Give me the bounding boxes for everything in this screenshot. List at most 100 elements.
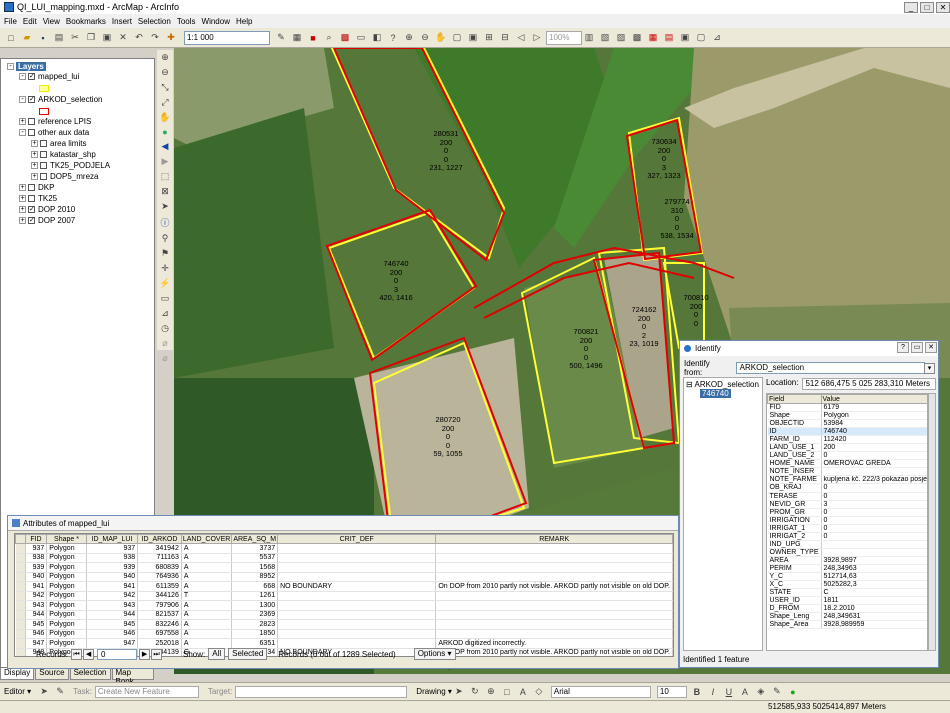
maximize-button[interactable]: □	[920, 1, 934, 13]
undo-icon[interactable]: ↶	[132, 31, 146, 45]
bold-icon[interactable]: B	[690, 685, 704, 699]
field-row[interactable]: IRRIGAT_2 0	[767, 532, 927, 541]
row-selector[interactable]	[15, 543, 26, 554]
col-area[interactable]: AREA_SQ_M	[231, 534, 279, 544]
options-button[interactable]: Options ▾	[413, 648, 456, 660]
rotate-icon[interactable]: ↻	[468, 685, 482, 699]
copy-icon[interactable]: ❐	[84, 31, 98, 45]
table-row[interactable]: 943 Polygon 943 797906 A 1300	[15, 600, 673, 611]
minimize-button[interactable]: _	[904, 1, 918, 13]
text-tool-icon[interactable]: A	[516, 685, 530, 699]
swipe-icon[interactable]: ▢	[694, 31, 708, 45]
row-selector[interactable]	[15, 600, 26, 611]
attributes-window[interactable]: Attributes of mapped_lui FID Shape * ID_…	[7, 515, 679, 669]
field-row[interactable]: Shape_Leng 248,349631	[767, 612, 927, 622]
print-icon[interactable]: ▤	[52, 31, 66, 45]
hyperlink-icon[interactable]: ⚡	[158, 278, 172, 289]
layer-checkbox[interactable]	[40, 140, 47, 147]
table-row[interactable]: 937 Polygon 937 341942 A 3737	[15, 543, 673, 554]
collapse-button[interactable]: ▭	[911, 342, 923, 353]
col-crit-def[interactable]: CRIT_DEF	[277, 534, 437, 544]
table-row[interactable]: 946 Polygon 946 697558 A 1850	[15, 629, 673, 639]
paste-icon[interactable]: ▣	[100, 31, 114, 45]
row-selector[interactable]	[15, 581, 26, 592]
col-shape[interactable]: Shape *	[46, 534, 87, 544]
clear-selection-icon[interactable]: ⊠	[158, 186, 172, 197]
layer-checkbox[interactable]	[40, 162, 47, 169]
measure-icon[interactable]: ⊿	[158, 308, 172, 319]
attribute-table[interactable]: FID Shape * ID_MAP_LUI ID_ARKOD LAND_COV…	[14, 533, 674, 657]
prev-record-button[interactable]: ◀	[83, 648, 95, 660]
field-row[interactable]: IND_UPG	[767, 540, 927, 549]
georef-icon[interactable]: ▦	[646, 31, 660, 45]
close-button[interactable]: ✕	[936, 1, 950, 13]
tab-source[interactable]: Source	[35, 668, 69, 680]
toc-layer-tk25-podjela[interactable]: + TK25_PODJELA	[31, 161, 110, 170]
table-row[interactable]: 940 Polygon 940 764936 A 8952	[15, 572, 673, 582]
data-driven-pages-icon[interactable]: ▩	[630, 31, 644, 45]
field-row[interactable]: LAND_USE_1 200	[767, 443, 927, 453]
select-elements-pointer-icon[interactable]: ➤	[158, 201, 172, 212]
col-id-map-lui[interactable]: ID_MAP_LUI	[85, 534, 139, 544]
model-builder-icon[interactable]: ◧	[370, 31, 384, 45]
field-row[interactable]: PERIM 248,34963	[767, 564, 927, 573]
full-extent-globe-icon[interactable]: ●	[158, 127, 172, 137]
field-row[interactable]: OB_KRAJ 0	[767, 483, 927, 493]
zoom-100-icon[interactable]: ▣	[466, 31, 480, 45]
find-route-icon[interactable]: ⚑	[158, 248, 172, 259]
expand-toggle[interactable]: -	[19, 96, 26, 103]
field-row[interactable]: Shape_Area 3928,989959	[767, 620, 927, 630]
font-color-icon[interactable]: A	[738, 685, 752, 699]
change-layout-icon[interactable]: ▨	[614, 31, 628, 45]
row-selector[interactable]	[15, 562, 26, 573]
expand-toggle[interactable]: -	[19, 129, 26, 136]
expand-toggle[interactable]: +	[19, 118, 26, 125]
zoom-whole-page-icon[interactable]: ▢	[450, 31, 464, 45]
expand-toggle[interactable]: +	[31, 151, 38, 158]
layout-pan-icon[interactable]: ✋	[434, 31, 448, 45]
edit-vertices-icon[interactable]: ◇	[532, 685, 546, 699]
arctoolbox-icon[interactable]: ▩	[338, 31, 352, 45]
menu-edit[interactable]: Edit	[23, 17, 37, 26]
toc-root-layers[interactable]: - Layers	[7, 62, 46, 71]
first-record-button[interactable]: ⏮	[71, 648, 83, 660]
menu-view[interactable]: View	[43, 17, 60, 26]
line-color-icon[interactable]: ✎	[770, 685, 784, 699]
time-slider-icon[interactable]: ◷	[158, 323, 172, 334]
field-row[interactable]: IRRIGAT_1 0	[767, 524, 927, 533]
fixed-zoom-in-icon[interactable]: ⤡	[158, 82, 172, 93]
mapped-lui-symbol[interactable]	[39, 85, 49, 92]
find-binoculars-icon[interactable]: ⚲	[158, 233, 172, 244]
identify-window[interactable]: Identify ? ▭ ✕ Identify from: ARKOD_sele…	[679, 340, 939, 668]
layout-fixed-zoom-out-icon[interactable]: ⊟	[498, 31, 512, 45]
toc-layer-dop-2007[interactable]: + ✓ DOP 2007	[19, 216, 75, 225]
edit-tool-icon[interactable]: ➤	[37, 685, 51, 699]
layout-fixed-zoom-in-icon[interactable]: ⊞	[482, 31, 496, 45]
rectangle-icon[interactable]: □	[500, 685, 514, 699]
select-features-icon[interactable]: ⬚	[158, 171, 172, 182]
row-selector[interactable]	[15, 619, 26, 630]
field-row[interactable]: X_C 5025282,3	[767, 580, 927, 590]
identify-scrollbar[interactable]	[928, 393, 936, 651]
layout-zoom-out-icon[interactable]: ⊖	[418, 31, 432, 45]
menu-window[interactable]: Window	[202, 17, 230, 26]
col-id-arkod[interactable]: ID_ARKOD	[137, 534, 182, 544]
table-row[interactable]: 942 Polygon 942 344126 T 1261	[15, 591, 673, 601]
field-row[interactable]: ID 746740	[767, 427, 927, 437]
row-selector[interactable]	[15, 629, 26, 639]
toc-layer-dop5-mreza[interactable]: + DOP5_mreza	[31, 172, 98, 181]
identify-icon[interactable]: ⓘ	[158, 216, 172, 229]
layout-zoom-in-icon[interactable]: ⊕	[402, 31, 416, 45]
menu-selection[interactable]: Selection	[138, 17, 171, 26]
target-dropdown[interactable]	[235, 685, 408, 698]
expand-toggle[interactable]: -	[19, 73, 26, 80]
col-land-cover[interactable]: LAND_COVER	[180, 534, 233, 544]
field-row[interactable]: NEVID_GR 3	[767, 500, 927, 509]
toc-layer-arkod-selection[interactable]: - ✓ ARKOD_selection	[19, 95, 102, 104]
toc-layer-dop-2010[interactable]: + ✓ DOP 2010	[19, 205, 75, 214]
field-row[interactable]: Shape Polygon	[767, 411, 927, 421]
row-selector[interactable]	[15, 610, 26, 620]
show-all-button[interactable]: All	[208, 648, 226, 660]
zoom-to-selected-icon[interactable]: ⊕	[484, 685, 498, 699]
close-identify-button[interactable]: ✕	[925, 342, 937, 353]
